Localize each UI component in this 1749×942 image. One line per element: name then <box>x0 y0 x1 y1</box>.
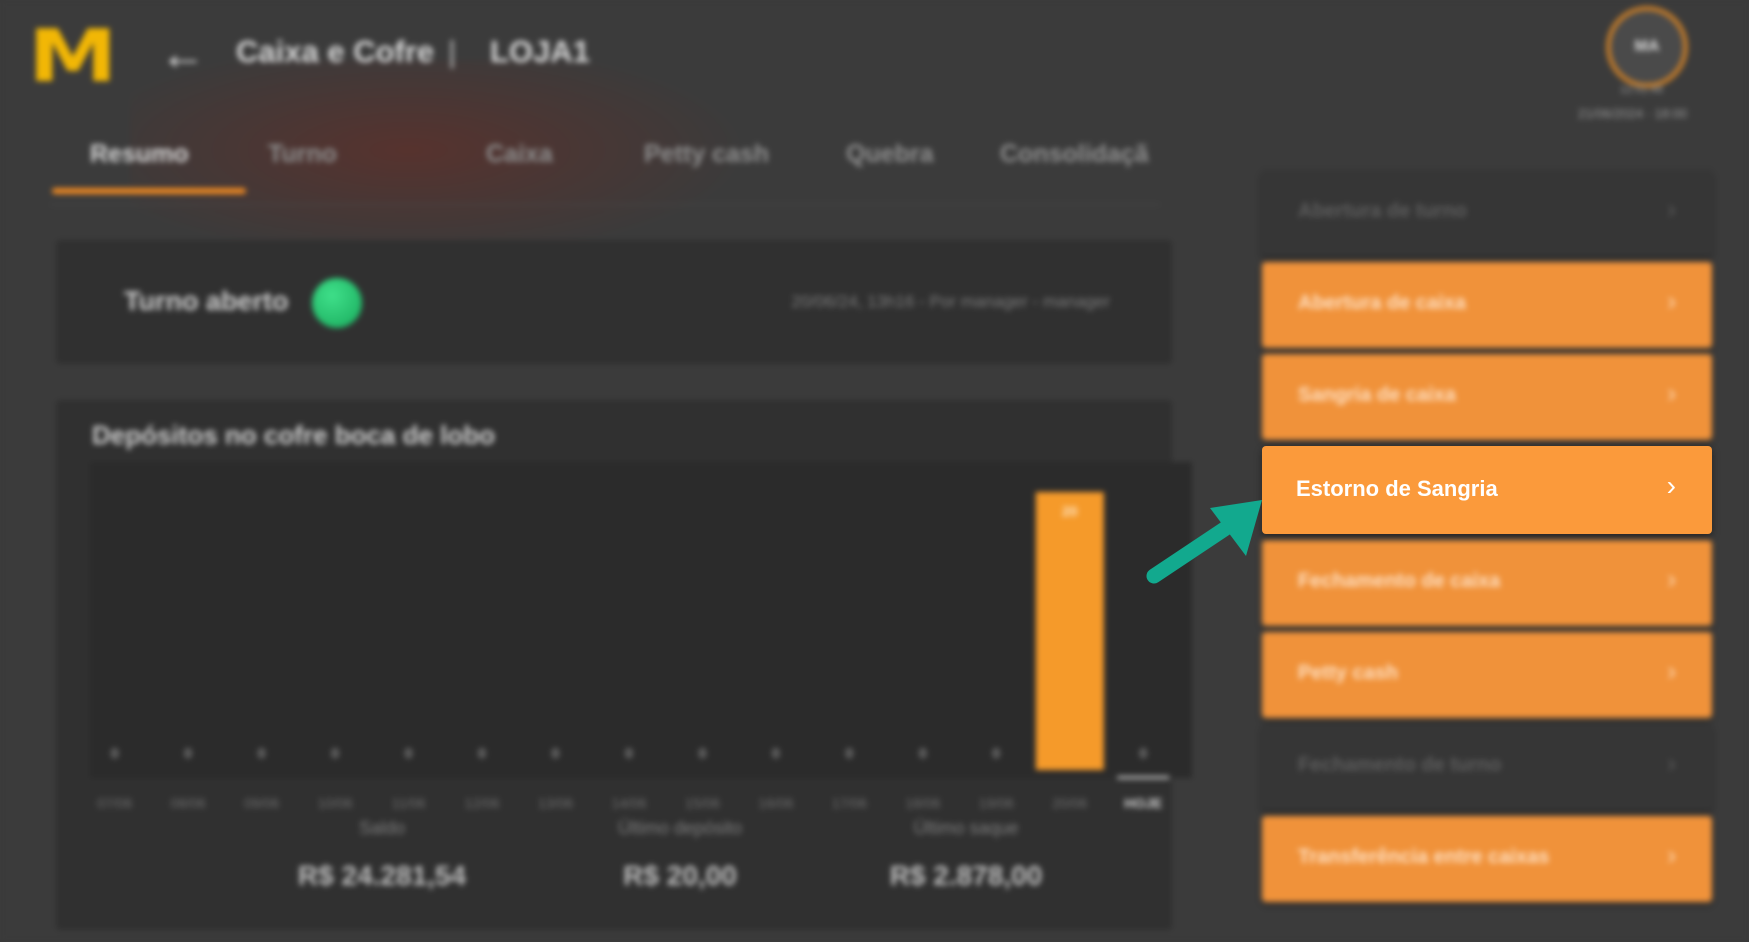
chart-value-label: 0 <box>184 745 192 761</box>
stat-saldo-value: R$ 24.281,54 <box>297 860 467 891</box>
active-tab-indicator <box>52 188 246 194</box>
arrow-pointer-icon <box>1146 500 1262 584</box>
title-separator: | <box>448 34 457 69</box>
chevron-right-icon: › <box>1667 378 1676 408</box>
chart-plot-area: 0 07/06 0 08/06 0 09/06 0 10/06 0 11/06 0 12/06 0 13/… <box>90 462 1192 811</box>
menu-item-label: Estorno de Sangria <box>1296 476 1498 501</box>
deposits-chart: 0 07/06 0 08/06 0 09/06 0 10/06 0 11/06 0 12/06 0 13/… <box>97 492 1170 811</box>
top-bar: M ← Caixa e Cofre | LOJA1 MA 12:51:48 21… <box>0 0 1749 121</box>
chart-tick-label: 16/06 <box>758 795 793 811</box>
menu-item-label: Petty cash <box>1298 662 1399 684</box>
tab-bar: Resumo Turno Caixa Petty cash Quebra Con… <box>50 130 1160 205</box>
chart-value-label: 0 <box>846 745 854 761</box>
tab-petty-cash[interactable]: Petty cash <box>644 140 769 169</box>
chart-title: Depósitos no cofre boca de lobo <box>92 420 496 450</box>
chart-tick-label: 14/06 <box>611 795 646 811</box>
chevron-right-icon: › <box>1667 564 1676 594</box>
menu-item-label: Abertura de turno <box>1298 200 1467 222</box>
page-title: Caixa e Cofre <box>236 34 435 69</box>
chevron-right-icon: › <box>1667 840 1676 870</box>
tab-resumo[interactable]: Resumo <box>90 140 189 169</box>
chart-value-label: 0 <box>772 745 780 761</box>
shift-meta: 20/06/24, 13h16 - Por manager - manager <box>791 292 1110 311</box>
chart-value-label: 20 <box>1062 503 1078 519</box>
chart-tick-label: 07/06 <box>97 795 132 811</box>
chart-tick-label: 11/06 <box>392 795 426 811</box>
shift-status-indicator <box>312 278 362 328</box>
menu-estorno-de-sangria[interactable]: Estorno de Sangria › <box>1262 446 1712 534</box>
stat-ultimo-saque-value: R$ 2.878,00 <box>889 860 1043 891</box>
tab-caixa[interactable]: Caixa <box>486 140 553 169</box>
user-time: 12:51:48 <box>1620 84 1663 96</box>
chart-tick-label: 09/06 <box>244 795 279 811</box>
chart-value-label: 0 <box>478 745 486 761</box>
menu-abertura-de-caixa[interactable]: Abertura de caixa › <box>1262 262 1712 348</box>
chart-value-label: 0 <box>625 745 633 761</box>
chevron-right-icon: › <box>1667 656 1676 686</box>
menu-item-label: Fechamento de turno <box>1298 754 1502 776</box>
stat-ultimo-deposito-label: Último depósito <box>617 818 743 838</box>
avatar-initials: MA <box>1634 38 1660 55</box>
stat-ultimo-saque-label: Último saque <box>913 818 1019 838</box>
menu-sangria-de-caixa[interactable]: Sangria de caixa › <box>1262 354 1712 440</box>
deposits-chart-card: Depósitos no cofre boca de lobo 0 07/06 0 0… <box>56 400 1192 930</box>
today-marker <box>1117 776 1170 779</box>
chevron-right-icon: › <box>1667 748 1676 778</box>
menu-abertura-de-turno: Abertura de turno › <box>1262 170 1712 256</box>
menu-transferencia-entre-caixas[interactable]: Transferência entre caixas › <box>1262 816 1712 902</box>
chart-tick-label: 08/06 <box>171 795 206 811</box>
chart-tick-label: 13/06 <box>538 795 573 811</box>
chart-tick-label: 12/06 <box>465 795 500 811</box>
chart-tick-label: 15/06 <box>685 795 720 811</box>
tab-consolidacao[interactable]: Consolidaçã <box>1000 140 1149 169</box>
tab-divider <box>50 204 1160 205</box>
chart-value-label: 0 <box>1139 745 1147 761</box>
chart-tick-label: 18/06 <box>905 795 940 811</box>
chart-value-label: 0 <box>405 745 413 761</box>
chart-tick-label: 17/06 <box>832 795 867 811</box>
menu-item-label: Transferência entre caixas <box>1298 846 1550 868</box>
chart-tick-label: 10/06 <box>318 795 353 811</box>
stat-saldo-label: Saldo <box>358 818 406 838</box>
shift-status-label: Turno aberto <box>124 286 289 316</box>
chevron-right-icon: › <box>1667 194 1676 224</box>
back-arrow-icon[interactable]: ← <box>160 28 206 78</box>
chart-value-label: 0 <box>331 745 339 761</box>
chart-tick-label: HOJE <box>1124 795 1162 811</box>
chevron-right-icon: › <box>1667 286 1676 316</box>
menu-item-label: Fechamento de caixa <box>1298 570 1501 592</box>
chart-value-label: 0 <box>919 745 927 761</box>
menu-item-label: Abertura de caixa <box>1298 292 1466 314</box>
chart-value-label: 0 <box>699 745 707 761</box>
shift-status-card: Turno aberto 20/06/24, 13h16 - Por manag… <box>56 240 1172 364</box>
chart-tick-label: 20/06 <box>1052 795 1087 811</box>
chart-value-label: 0 <box>552 745 560 761</box>
menu-petty-cash[interactable]: Petty cash › <box>1262 632 1712 718</box>
menu-fechamento-de-turno: Fechamento de turno › <box>1262 724 1712 810</box>
chart-value-label: 0 <box>258 745 266 761</box>
chevron-right-icon: › <box>1666 470 1676 501</box>
chart-stats: Saldo R$ 24.281,54 Último depósito R$ 20… <box>56 818 1172 908</box>
chart-value-label: 0 <box>111 745 119 761</box>
store-name: LOJA1 <box>490 34 590 69</box>
chart-bar <box>1035 492 1104 770</box>
mcdonalds-logo-icon: M <box>28 14 118 98</box>
menu-fechamento-de-caixa[interactable]: Fechamento de caixa › <box>1262 540 1712 626</box>
user-avatar[interactable]: MA <box>1606 6 1688 88</box>
stat-ultimo-deposito-value: R$ 20,00 <box>623 860 737 891</box>
menu-item-label: Sangria de caixa <box>1298 384 1456 406</box>
chart-tick-label: 19/06 <box>979 795 1014 811</box>
chart-value-label: 0 <box>992 745 1000 761</box>
tab-turno[interactable]: Turno <box>268 140 337 169</box>
user-date: 21/06/2024 · 18:00 <box>1578 106 1688 121</box>
tab-quebra[interactable]: Quebra <box>846 140 934 169</box>
